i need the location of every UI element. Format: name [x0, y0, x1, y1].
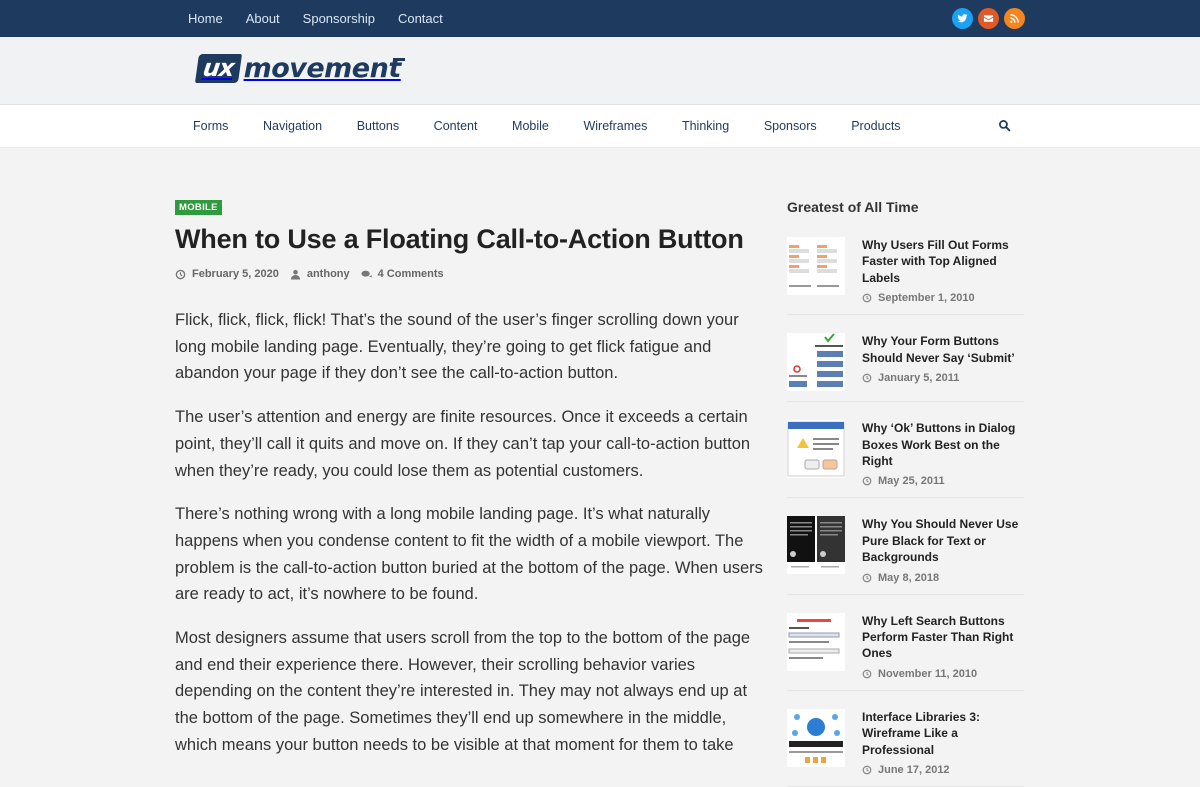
- search-icon[interactable]: [998, 119, 1011, 132]
- post-date-text: June 17, 2012: [878, 764, 950, 777]
- article-title: When to Use a Floating Call-to-Action Bu…: [175, 224, 744, 254]
- post-title[interactable]: Why Your Form Buttons Should Never Say ‘…: [862, 333, 1024, 366]
- post-date-text: September 1, 2010: [878, 292, 975, 305]
- clock-icon: [862, 373, 872, 383]
- article-comments[interactable]: 4 Comments: [361, 268, 444, 280]
- cat-nav-sponsors[interactable]: Sponsors: [764, 119, 817, 133]
- sidebar-post[interactable]: Why Your Form Buttons Should Never Say ‘…: [787, 315, 1024, 403]
- post-thumbnail[interactable]: [787, 612, 845, 671]
- post-title[interactable]: Why Users Fill Out Forms Faster with Top…: [862, 237, 1024, 286]
- top-nav-contact[interactable]: Contact: [398, 11, 443, 26]
- post-date: May 25, 2011: [862, 475, 1024, 487]
- post-thumbnail[interactable]: [787, 333, 845, 392]
- twitter-icon[interactable]: [952, 8, 973, 29]
- post-thumbnail[interactable]: [787, 237, 845, 295]
- post-date: September 1, 2010: [862, 292, 1024, 304]
- comments-icon: [361, 270, 372, 278]
- top-nav: Home About Sponsorship Contact: [188, 11, 466, 26]
- post-title[interactable]: Why You Should Never Use Pure Black for …: [862, 516, 1024, 565]
- clock-icon: [862, 669, 872, 679]
- cat-nav-mobile[interactable]: Mobile: [512, 119, 549, 133]
- post-title[interactable]: Interface Libraries 3: Wireframe Like a …: [862, 709, 1024, 758]
- logo-ux-mark: ux: [194, 53, 242, 83]
- post-date: June 17, 2012: [862, 764, 1024, 776]
- clock-icon: [862, 477, 872, 486]
- clock-icon: [175, 269, 186, 279]
- cat-nav-navigation[interactable]: Navigation: [263, 119, 322, 133]
- article-author-text: anthony: [306, 268, 350, 280]
- site-header: ux movement: [0, 37, 1200, 105]
- user-icon: [290, 269, 300, 280]
- article-comments-text: 4 Comments: [377, 268, 444, 280]
- top-nav-sponsorship[interactable]: Sponsorship: [303, 11, 375, 26]
- sidebar-post[interactable]: Why Users Fill Out Forms Faster with Top…: [787, 215, 1024, 316]
- post-thumbnail[interactable]: [787, 516, 845, 575]
- article-body: Flick, flick, flick, flick! That’s the s…: [175, 307, 765, 759]
- cat-nav-forms[interactable]: Forms: [193, 119, 228, 133]
- article-paragraph: There’s nothing wrong with a long mobile…: [175, 505, 763, 604]
- post-title[interactable]: Why ‘Ok’ Buttons in Dialog Boxes Work Be…: [862, 420, 1024, 469]
- article-author[interactable]: anthony: [290, 268, 350, 280]
- post-date-text: November 11, 2010: [878, 667, 978, 680]
- post-date: May 8, 2018: [862, 572, 1024, 584]
- article-paragraph: The user’s attention and energy are fini…: [175, 408, 751, 480]
- article: MOBILE When to Use a Floating Call-to-Ac…: [175, 197, 765, 776]
- post-thumbnail[interactable]: [787, 420, 845, 479]
- clock-icon: [862, 765, 872, 775]
- category-nav: Forms Navigation Buttons Content Mobile …: [0, 105, 1200, 148]
- mail-icon[interactable]: [978, 8, 999, 29]
- top-nav-home[interactable]: Home: [188, 11, 223, 26]
- article-date-text: February 5, 2020: [192, 268, 279, 280]
- site-logo[interactable]: ux movement: [194, 51, 405, 85]
- article-paragraph: Most designers assume that users scroll …: [175, 629, 751, 754]
- category-badge[interactable]: MOBILE: [175, 200, 222, 215]
- post-date-text: May 8, 2018: [878, 571, 940, 584]
- top-bar: Home About Sponsorship Contact: [0, 0, 1200, 37]
- cat-nav-buttons[interactable]: Buttons: [357, 119, 399, 133]
- logo-wordmark: movement: [243, 52, 405, 84]
- post-date-text: May 25, 2011: [878, 475, 945, 488]
- post-date-text: January 5, 2011: [878, 372, 960, 385]
- cat-nav-products[interactable]: Products: [851, 119, 900, 133]
- post-title[interactable]: Why Left Search Buttons Perform Faster T…: [862, 613, 1024, 662]
- post-thumbnail[interactable]: [787, 708, 845, 767]
- sidebar-post[interactable]: Why Left Search Buttons Perform Faster T…: [787, 595, 1024, 691]
- sidebar-title: Greatest of All Time: [787, 199, 919, 215]
- clock-icon: [862, 573, 872, 583]
- cat-nav-thinking[interactable]: Thinking: [682, 119, 729, 133]
- article-paragraph: Flick, flick, flick, flick! That’s the s…: [175, 311, 739, 383]
- top-nav-about[interactable]: About: [246, 11, 280, 26]
- clock-icon: [862, 293, 872, 303]
- article-meta: February 5, 2020 anthony 4 Comments: [175, 268, 765, 280]
- cat-nav-wireframes[interactable]: Wireframes: [583, 119, 647, 133]
- sidebar-post[interactable]: Why You Should Never Use Pure Black for …: [787, 498, 1024, 595]
- post-date: January 5, 2011: [862, 372, 1024, 384]
- cat-nav-content[interactable]: Content: [434, 119, 478, 133]
- social-links: [952, 8, 1025, 29]
- post-date: November 11, 2010: [862, 668, 1024, 680]
- sidebar-post[interactable]: Interface Libraries 3: Wireframe Like a …: [787, 691, 1024, 787]
- rss-icon[interactable]: [1004, 8, 1025, 29]
- sidebar: Greatest of All Time Why Users Fill Out …: [787, 199, 1024, 787]
- sidebar-post[interactable]: Why ‘Ok’ Buttons in Dialog Boxes Work Be…: [787, 402, 1024, 499]
- article-date: February 5, 2020: [175, 268, 279, 280]
